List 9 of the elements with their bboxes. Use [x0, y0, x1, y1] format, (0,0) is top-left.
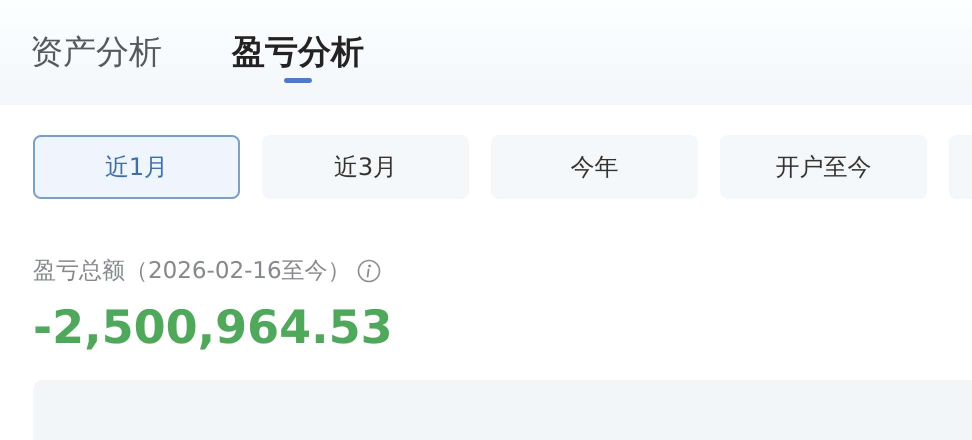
summary-label: 盈亏总额（2026-02-16至今）	[33, 257, 351, 286]
period-button[interactable]: 近1月	[33, 135, 240, 199]
total-amount: -2,500,964.53	[32, 299, 394, 354]
period-button[interactable]: 今年	[491, 135, 698, 199]
tab[interactable]: 盈亏分析	[226, 0, 370, 105]
period-button[interactable]: 近3月	[262, 135, 469, 199]
info-icon[interactable]	[356, 258, 381, 282]
tab[interactable]: 资产分析	[24, 0, 168, 105]
period-button[interactable]: 开户至今	[720, 135, 927, 199]
